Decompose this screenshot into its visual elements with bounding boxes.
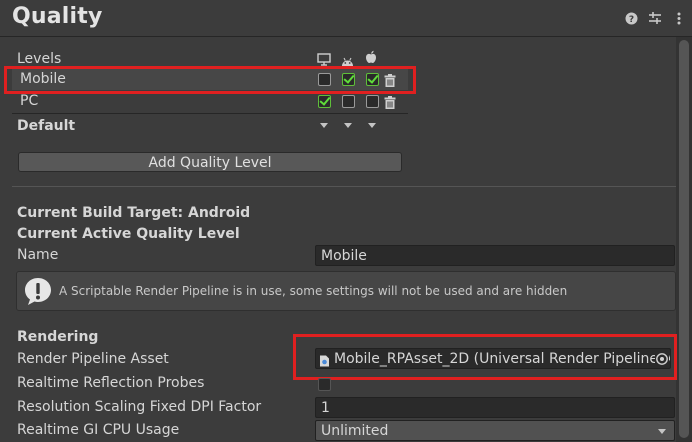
active-level-label: Current Active Quality Level: [17, 226, 240, 242]
info-helpbox: A Scriptable Render Pipeline is in use, …: [16, 271, 676, 311]
dpi-factor-label: Resolution Scaling Fixed DPI Factor: [17, 399, 262, 415]
preset-icon[interactable]: [648, 11, 662, 25]
name-label: Name: [17, 247, 59, 263]
build-target-label: Current Build Target: Android: [17, 205, 251, 221]
pc-desktop-checkbox[interactable]: [318, 95, 331, 108]
page-title: Quality: [12, 4, 103, 29]
default-ios-dropdown[interactable]: [368, 123, 376, 128]
dpi-factor-field[interactable]: 1: [315, 397, 675, 418]
render-pipeline-field[interactable]: Mobile_RPAsset_2D (Universal Render Pipe…: [315, 348, 671, 369]
scrollbar-thumb[interactable]: [679, 40, 689, 438]
level-row-pc[interactable]: PC: [12, 91, 408, 112]
mobile-android-checkbox[interactable]: [342, 73, 355, 86]
default-android-dropdown[interactable]: [344, 123, 352, 128]
gi-cpu-usage-label: Realtime GI CPU Usage: [17, 422, 180, 438]
render-pipeline-label: Render Pipeline Asset: [17, 351, 169, 367]
mobile-desktop-checkbox[interactable]: [318, 73, 331, 86]
rendering-heading: Rendering: [17, 329, 99, 345]
object-picker-icon[interactable]: [655, 351, 669, 365]
header-toolbar: ?: [624, 11, 686, 25]
helpbox-text: A Scriptable Render Pipeline is in use, …: [59, 284, 568, 298]
header-divider: [0, 36, 692, 37]
trash-icon[interactable]: [384, 72, 396, 91]
level-label: Mobile: [20, 71, 66, 87]
pc-ios-checkbox[interactable]: [366, 95, 379, 108]
levels-divider: [12, 113, 408, 114]
mobile-ios-checkbox[interactable]: [366, 73, 379, 86]
levels-heading: Levels: [17, 51, 62, 67]
gi-cpu-usage-value: Unlimited: [321, 423, 389, 439]
chevron-down-icon: [658, 429, 666, 434]
render-pipeline-value: Mobile_RPAsset_2D (Universal Render Pipe…: [334, 351, 671, 367]
add-quality-level-button[interactable]: Add Quality Level: [18, 152, 402, 172]
desktop-icon: [317, 51, 331, 70]
name-field[interactable]: Mobile: [315, 245, 675, 266]
section-divider: [12, 186, 676, 187]
default-desktop-dropdown[interactable]: [320, 123, 328, 128]
default-label: Default: [17, 118, 76, 134]
help-icon[interactable]: ?: [624, 11, 638, 25]
gi-cpu-usage-dropdown[interactable]: Unlimited: [315, 420, 675, 441]
reflection-probes-checkbox[interactable]: [318, 378, 331, 391]
warning-icon: [23, 276, 53, 310]
reflection-probes-label: Realtime Reflection Probes: [17, 375, 205, 391]
pc-android-checkbox[interactable]: [342, 95, 355, 108]
asset-icon: [319, 353, 330, 368]
trash-icon[interactable]: [384, 94, 396, 113]
svg-text:?: ?: [628, 15, 633, 25]
apple-icon: [365, 49, 377, 68]
level-row-mobile[interactable]: Mobile: [12, 69, 408, 90]
level-label: PC: [20, 93, 39, 109]
more-icon[interactable]: [672, 11, 686, 25]
